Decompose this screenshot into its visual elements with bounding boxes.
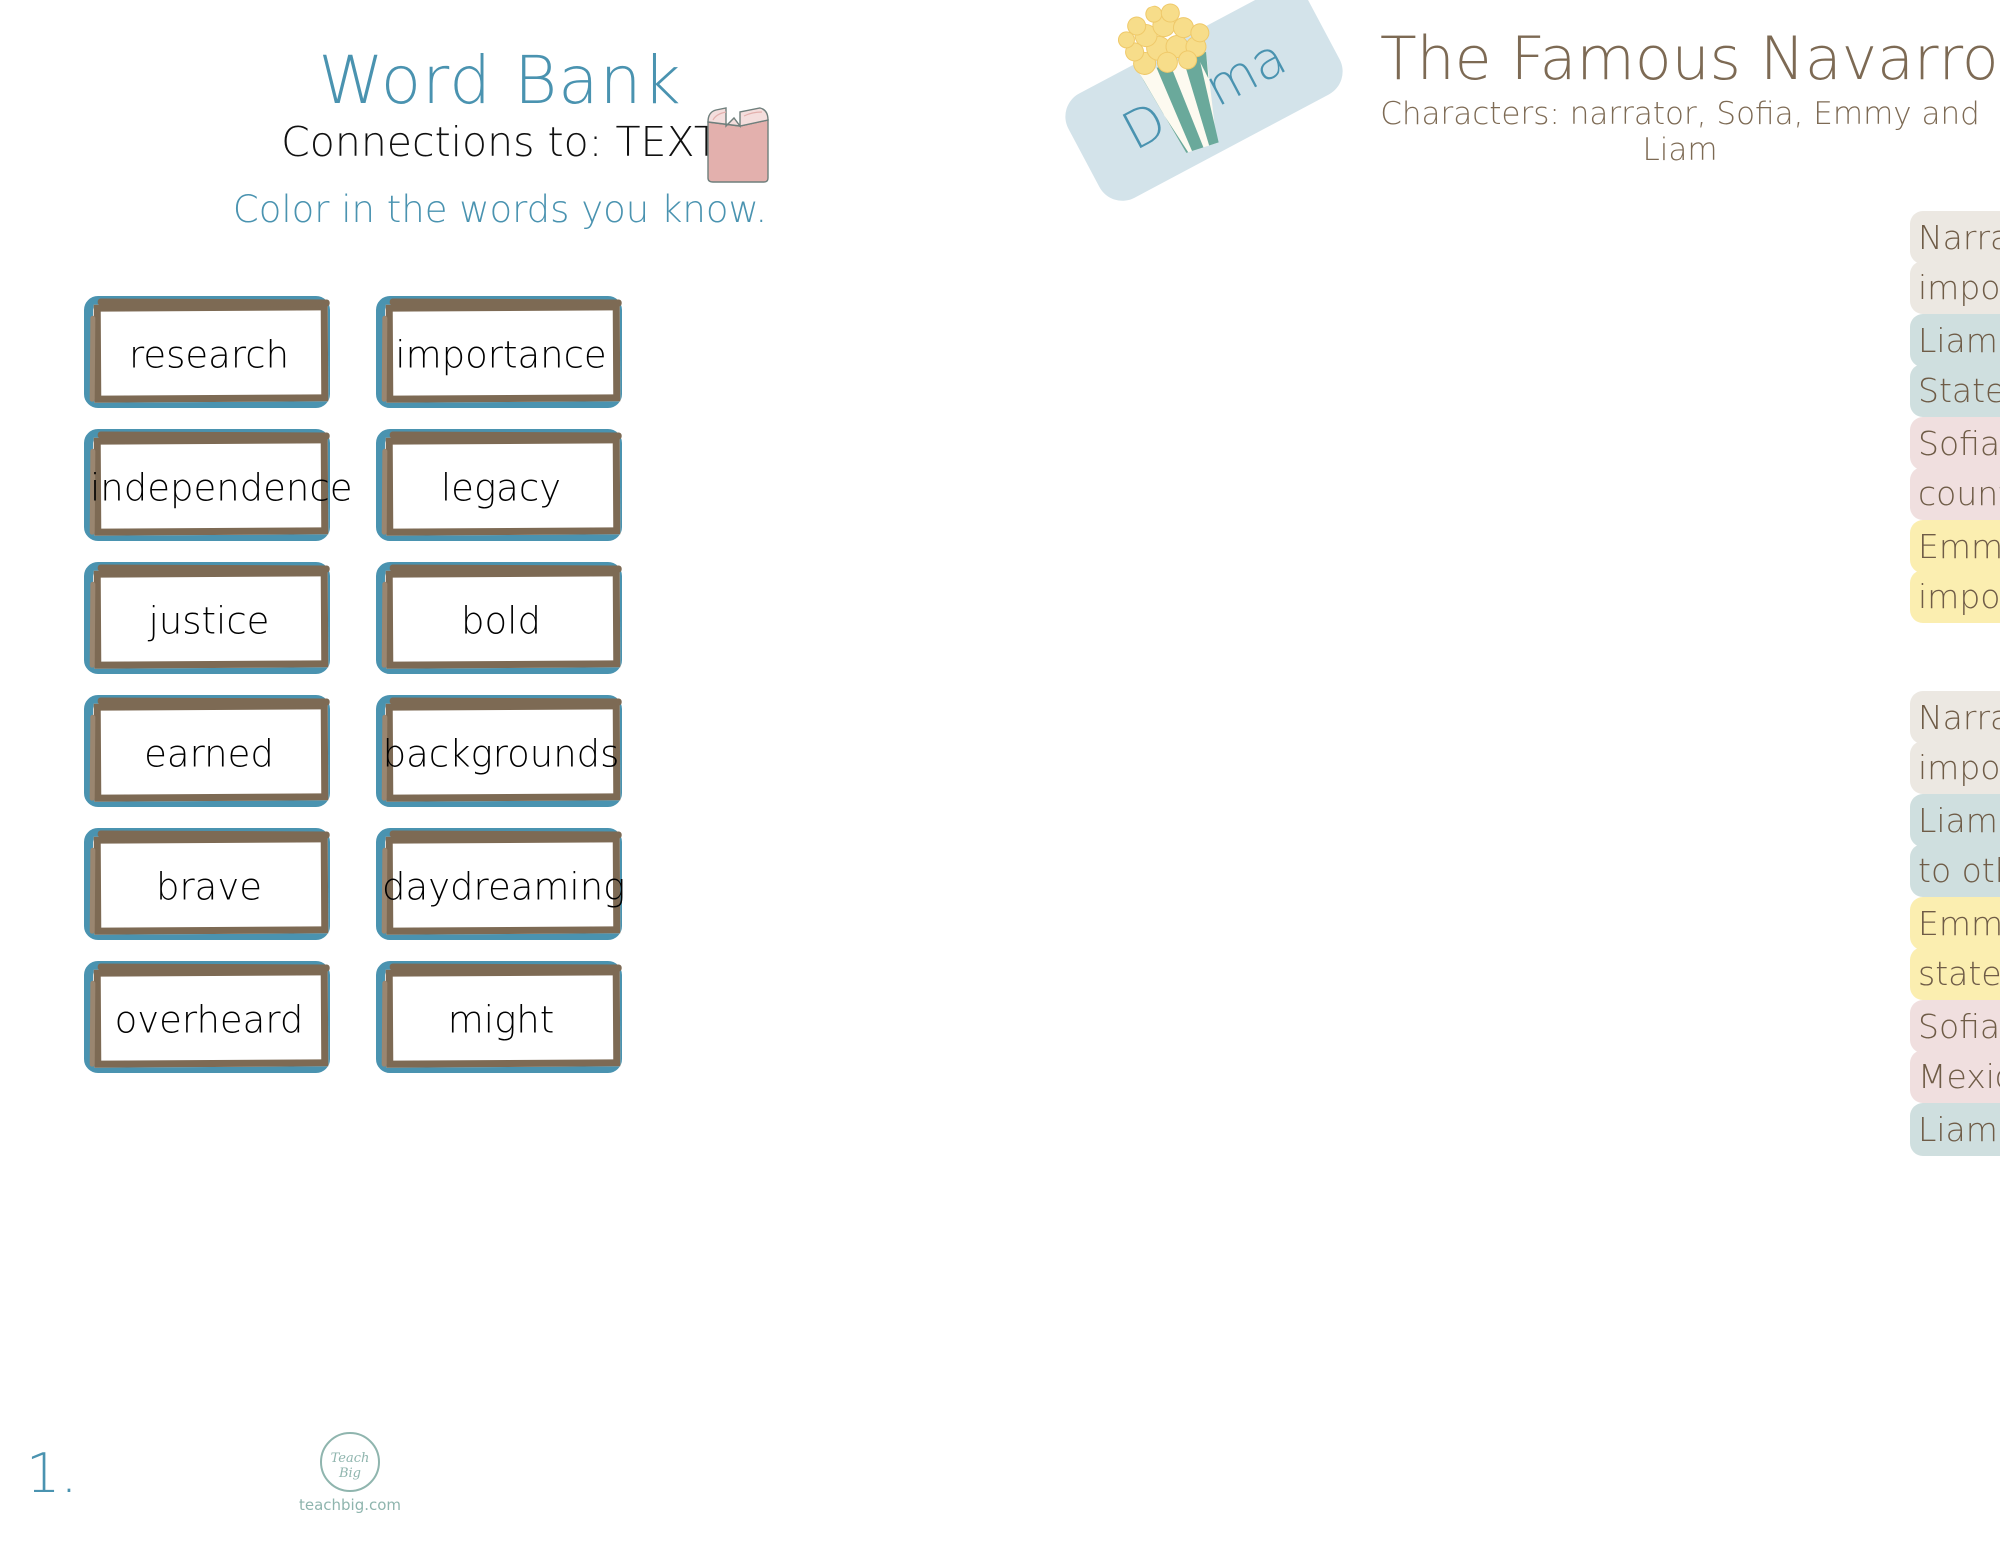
word-box[interactable]: importance (376, 296, 626, 414)
word-label: importance (395, 333, 607, 377)
word-label: justice (148, 599, 270, 643)
dialogue-text: Liam: (Surprised) He helped write import… (1910, 794, 2000, 897)
scene-1-block: Scene 1 Narrator: Three friends are in t… (1910, 160, 2000, 625)
dialogue-line: Sofia: (Amazed) No, it says here Texas u… (1910, 417, 2000, 520)
dialogue-line: Emmy: (Smiling) It says Jose' Antonio Na… (1910, 520, 2000, 623)
word-box[interactable]: daydreaming (376, 828, 626, 946)
word-box[interactable]: legacy (376, 429, 626, 547)
logo-domain: teachbig.com (298, 1496, 402, 1514)
dialogue-text: Sofia: (Amazed) No, it says here Texas u… (1910, 417, 2000, 520)
word-box[interactable]: earned (84, 695, 334, 813)
scene-1-heading: Scene 1 (1910, 160, 2000, 209)
page-number-left: 1. (26, 1442, 78, 1505)
word-label: legacy (440, 466, 562, 510)
scene-2-heading: Scene 2 (1910, 640, 2000, 689)
page-title: Word Bank (318, 42, 682, 119)
word-box[interactable]: might (376, 961, 626, 1079)
script-characters: Characters: narrator, Sofia, Emmy and Li… (1380, 96, 1980, 168)
dialogue-text: Narrator: Three friends are in the libra… (1910, 211, 2000, 314)
teachbig-logo: Teach Big teachbig.com (290, 1432, 410, 1514)
dialogue-text: Emmy: (Pointing at book) It says that he… (1910, 897, 2000, 1000)
logo-mark-text: Teach Big (330, 1451, 370, 1481)
word-box[interactable]: bold (376, 562, 626, 680)
word-label: bold (461, 599, 541, 643)
dialogue-line: Narrator: Three friends are in the libra… (1910, 211, 2000, 314)
dialogue-text: Sofia: (Amazed) He helped Texas win thei… (1910, 1000, 2000, 1103)
word-box[interactable]: backgrounds (376, 695, 626, 813)
word-bank-grid: research importance independence legacy … (84, 296, 644, 1094)
word-label: research (128, 333, 290, 377)
word-box[interactable]: overheard (84, 961, 334, 1079)
dialogue-line: Liam: (Surprised) Texas wasn't always a … (1910, 314, 2000, 417)
dialogue-line: Emmy: (Pointing at book) It says that he… (1910, 897, 2000, 1000)
word-label: independence (90, 466, 353, 510)
dialogue-text: Liam: (Surprised) Texas wasn't always a … (1910, 314, 2000, 417)
scene-2-block: Scene 2 Narrator: The friends continue t… (1910, 640, 2000, 1158)
dialogue-line: Liam: (Surprised) He helped write import… (1910, 794, 2000, 897)
word-label: brave (155, 865, 263, 909)
dialogue-line: Sofia: (Amazed) He helped Texas win thei… (1910, 1000, 2000, 1103)
script-title: The Famous Navarro (1380, 24, 1999, 94)
word-label: backgrounds (382, 732, 620, 776)
dialogue-text: Emmy: (Smiling) It says Jose' Antonio Na… (1910, 520, 2000, 623)
word-box[interactable]: justice (84, 562, 334, 680)
word-box[interactable]: independence (84, 429, 353, 547)
page-subtitle: Connections to: TEXT (281, 118, 719, 166)
word-label: earned (144, 732, 274, 776)
worksheet-left-page: Word Bank Connections to: TEXT Color in … (0, 0, 1000, 1545)
word-label: overheard (114, 998, 304, 1042)
worksheet-right-page: Drama The Famous Navarro Chara (1000, 0, 2000, 1545)
page-instruction: Color in the words you know. (232, 188, 768, 231)
dialogue-text: Narrator: The friends continue to resear… (1910, 691, 2000, 794)
dialogue-text: Liam: (Excited) He was an amazing leader… (1910, 1103, 2000, 1156)
word-label: daydreaming (382, 865, 626, 909)
word-box[interactable]: research (84, 296, 334, 414)
dialogue-line: Liam: (Excited) He was an amazing leader… (1910, 1103, 2000, 1156)
word-label: might (447, 998, 555, 1042)
pink-book-icon (704, 100, 778, 186)
dialogue-line: Narrator: The friends continue to resear… (1910, 691, 2000, 794)
word-box[interactable]: brave (84, 828, 334, 946)
logo-circle-icon: Teach Big (320, 1432, 380, 1492)
